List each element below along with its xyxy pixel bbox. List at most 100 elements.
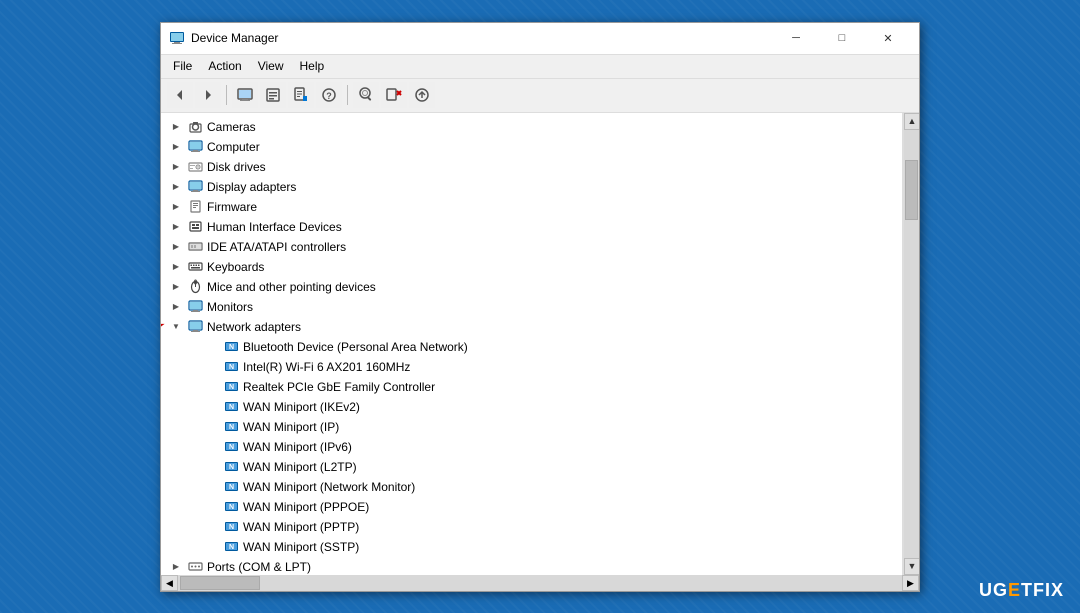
disk-label: Disk drives — [207, 160, 266, 174]
menu-action[interactable]: Action — [200, 57, 249, 75]
ports-label: Ports (COM & LPT) — [207, 560, 311, 574]
network-item-wan7-icon: N — [223, 519, 239, 535]
scroll-thumb[interactable] — [905, 160, 918, 220]
chevron-disk: ▶ — [169, 160, 183, 174]
chevron-network: ▼ — [169, 320, 183, 334]
computer-label: Computer — [207, 140, 260, 154]
horizontal-scrollbar[interactable]: ◀ ▶ — [161, 575, 919, 591]
tree-item-firmware[interactable]: ▶ Firmware — [161, 197, 902, 217]
menu-bar: File Action View Help — [161, 55, 919, 79]
tree-item-ports[interactable]: ▶ Ports (COM & LPT) — [161, 557, 902, 575]
wan-netmon-label: WAN Miniport (Network Monitor) — [243, 480, 415, 494]
tree-item-display[interactable]: ▶ Display adapters — [161, 177, 902, 197]
tree-item-cameras[interactable]: ▶ Cameras — [161, 117, 902, 137]
menu-file[interactable]: File — [165, 57, 200, 75]
svg-text:N: N — [228, 384, 233, 391]
svg-text:N: N — [228, 524, 233, 531]
menu-view[interactable]: View — [250, 57, 292, 75]
help-icon-button[interactable]: ? — [316, 82, 342, 108]
camera-icon — [187, 119, 203, 135]
keyboards-label: Keyboards — [207, 260, 264, 274]
svg-text:N: N — [228, 504, 233, 511]
toolbar: ? — [161, 79, 919, 113]
tree-item-wan-ipv6[interactable]: ▶ N WAN Miniport (IPv6) — [161, 437, 902, 457]
tree-item-hid[interactable]: ▶ Human Interface Devices — [161, 217, 902, 237]
cameras-label: Cameras — [207, 120, 256, 134]
monitor-icon — [187, 299, 203, 315]
toolbar-separator-2 — [347, 85, 348, 105]
tree-item-wan-l2tp[interactable]: ▶ N WAN Miniport (L2TP) — [161, 457, 902, 477]
tree-item-wan-sstp[interactable]: ▶ N WAN Miniport (SSTP) — [161, 537, 902, 557]
ports-icon — [187, 559, 203, 575]
watermark-suffix: TFIX — [1021, 580, 1064, 600]
app-icon — [169, 30, 185, 46]
tree-item-wan-pppoe[interactable]: ▶ N WAN Miniport (PPPOE) — [161, 497, 902, 517]
wan-sstp-label: WAN Miniport (SSTP) — [243, 540, 359, 554]
hid-label: Human Interface Devices — [207, 220, 342, 234]
minimize-button[interactable]: ─ — [773, 22, 819, 54]
svg-text:N: N — [228, 464, 233, 471]
tree-item-ide[interactable]: ▶ IDE ATA/ATAPI controllers — [161, 237, 902, 257]
chevron-keyboards: ▶ — [169, 260, 183, 274]
network-label: Network adapters — [207, 320, 301, 334]
monitors-label: Monitors — [207, 300, 253, 314]
back-button[interactable] — [167, 82, 193, 108]
device-tree[interactable]: ▶ Cameras ▶ Computer ▶ Disk d — [161, 113, 903, 575]
scroll-left-arrow[interactable]: ◀ — [161, 575, 178, 591]
tree-item-wan-ip[interactable]: ▶ N WAN Miniport (IP) — [161, 417, 902, 437]
tree-item-wan-ikev2[interactable]: ▶ N WAN Miniport (IKEv2) — [161, 397, 902, 417]
uninstall-button[interactable] — [381, 82, 407, 108]
network-item-realtek-icon: N — [223, 379, 239, 395]
forward-button[interactable] — [195, 82, 221, 108]
h-scroll-thumb[interactable] — [180, 576, 260, 590]
menu-help[interactable]: Help — [292, 57, 333, 75]
chevron-mice: ▶ — [169, 280, 183, 294]
maximize-button[interactable]: □ — [819, 22, 865, 54]
computer-icon — [187, 139, 203, 155]
watermark: UGETFIX — [979, 580, 1064, 601]
tree-item-disk[interactable]: ▶ Disk drives — [161, 157, 902, 177]
scroll-down-arrow[interactable]: ▼ — [904, 558, 919, 575]
scroll-up-arrow[interactable]: ▲ — [904, 113, 919, 130]
chevron-ports: ▶ — [169, 560, 183, 574]
wan-pptp-label: WAN Miniport (PPTP) — [243, 520, 359, 534]
toolbar-separator-1 — [226, 85, 227, 105]
network-item-wan5-icon: N — [223, 479, 239, 495]
chevron-hid: ▶ — [169, 220, 183, 234]
scan-button[interactable] — [353, 82, 379, 108]
watermark-t: E — [1008, 580, 1021, 600]
device-manager-window: Device Manager ─ □ ✕ File Action View He… — [160, 22, 920, 592]
chevron-monitors: ▶ — [169, 300, 183, 314]
properties-button-1[interactable] — [260, 82, 286, 108]
realtek-label: Realtek PCIe GbE Family Controller — [243, 380, 435, 394]
wan-pppoe-label: WAN Miniport (PPPOE) — [243, 500, 369, 514]
network-item-wan6-icon: N — [223, 499, 239, 515]
vertical-scrollbar[interactable]: ▲ ▼ — [903, 113, 919, 575]
svg-text:N: N — [228, 424, 233, 431]
network-icon — [187, 319, 203, 335]
tree-item-network[interactable]: ▼ Network adapters — [161, 317, 902, 337]
tree-item-monitors[interactable]: ▶ Monitors — [161, 297, 902, 317]
tree-item-wan-netmon[interactable]: ▶ N WAN Miniport (Network Monitor) — [161, 477, 902, 497]
tree-item-mice[interactable]: ▶ Mice and other pointing devices — [161, 277, 902, 297]
firmware-icon — [187, 199, 203, 215]
show-hidden-button[interactable] — [232, 82, 258, 108]
action-button[interactable] — [409, 82, 435, 108]
content-area: ▶ Cameras ▶ Computer ▶ Disk d — [161, 113, 919, 575]
chevron-computer: ▶ — [169, 140, 183, 154]
h-scroll-track[interactable] — [178, 575, 902, 591]
tree-item-realtek[interactable]: ▶ N Realtek PCIe GbE Family Controller — [161, 377, 902, 397]
tree-item-wifi[interactable]: ▶ N Intel(R) Wi-Fi 6 AX201 160MHz — [161, 357, 902, 377]
scroll-right-arrow[interactable]: ▶ — [902, 575, 919, 591]
tree-item-bluetooth[interactable]: ▶ N Bluetooth Device (Personal Area Netw… — [161, 337, 902, 357]
properties-button-2[interactable] — [288, 82, 314, 108]
tree-item-computer[interactable]: ▶ Computer — [161, 137, 902, 157]
wan-l2tp-label: WAN Miniport (L2TP) — [243, 460, 357, 474]
network-item-wifi-icon: N — [223, 359, 239, 375]
disk-icon — [187, 159, 203, 175]
tree-item-keyboards[interactable]: ▶ Keyboards — [161, 257, 902, 277]
scroll-track[interactable] — [904, 130, 919, 558]
close-button[interactable]: ✕ — [865, 22, 911, 54]
tree-item-wan-pptp[interactable]: ▶ N WAN Miniport (PPTP) — [161, 517, 902, 537]
chevron-cameras: ▶ — [169, 120, 183, 134]
